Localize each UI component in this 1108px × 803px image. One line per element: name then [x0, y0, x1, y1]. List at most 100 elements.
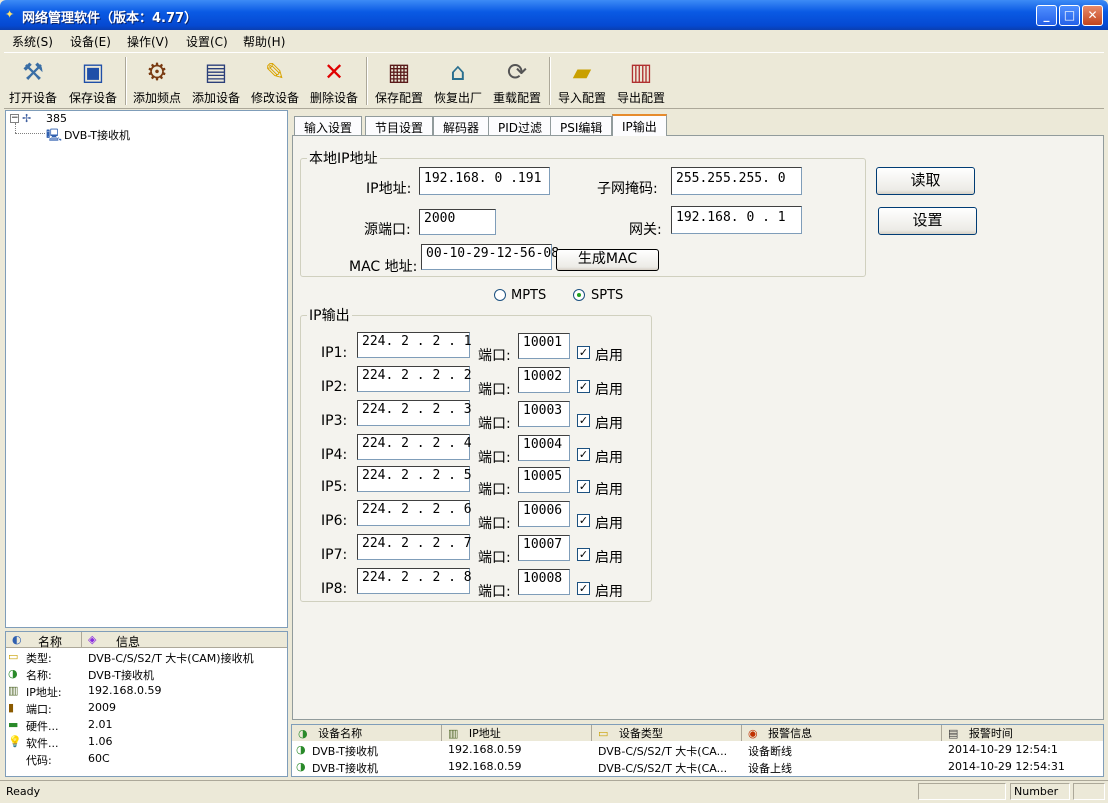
- ip4-enable-checkbox[interactable]: ✓: [577, 448, 590, 461]
- tree-root-item[interactable]: 385: [46, 112, 67, 125]
- ip6-address-input[interactable]: 224. 2 . 2 . 6: [357, 500, 472, 526]
- ip4-address-input[interactable]: 224. 2 . 2 . 4: [357, 434, 472, 460]
- device-tree[interactable]: − ✢ 385 🖳 DVB-T接收机: [5, 110, 288, 628]
- ip8-label: IP8:: [321, 581, 348, 597]
- mac-address-input[interactable]: 00-10-29-12-56-08: [421, 244, 559, 270]
- port-label: 端口:: [478, 550, 511, 566]
- menu-operation[interactable]: 操作(V): [127, 33, 169, 50]
- source-port-input[interactable]: 2000: [419, 209, 496, 235]
- menu-system[interactable]: 系统(S): [12, 33, 53, 50]
- enable-label[interactable]: 启用: [595, 479, 623, 499]
- save-config-icon: ▦: [387, 58, 411, 86]
- open-device-button[interactable]: ⚒ 打开设备: [4, 55, 62, 107]
- ip8-enable-checkbox[interactable]: ✓: [577, 582, 590, 595]
- enable-label[interactable]: 启用: [595, 581, 623, 601]
- ip8-address-input[interactable]: 224. 2 . 2 . 8: [357, 568, 472, 594]
- export-config-button[interactable]: ▥ 导出配置: [612, 55, 670, 107]
- add-device-icon: ▤: [204, 58, 228, 86]
- factory-reset-button[interactable]: ⌂ 恢复出厂: [429, 55, 487, 107]
- ip7-address-input[interactable]: 224. 2 . 2 . 7: [357, 534, 472, 560]
- ip5-address-input[interactable]: 224. 2 . 2 . 5: [357, 466, 472, 492]
- menu-help[interactable]: 帮助(H): [243, 33, 285, 50]
- save-config-button[interactable]: ▦ 保存配置: [370, 55, 428, 107]
- alarm-col-device-type[interactable]: ▭ 设备类型: [592, 725, 742, 741]
- ip6-port-input[interactable]: 10006: [518, 501, 570, 527]
- alarm-col-ip[interactable]: ▥ IP地址: [442, 725, 592, 741]
- info-col-name[interactable]: 名称: [38, 633, 62, 650]
- toolbar: ⚒ 打开设备 ▣ 保存设备 ⚙ 添加频点 ▤ 添加设备 ✎ 修改设备 ✕ 删除设备 ▦ 保存配…: [4, 52, 1104, 109]
- ip1-address-input[interactable]: 224. 2 . 2 . 1: [357, 332, 472, 358]
- alarm-row[interactable]: ◑ DVB-T接收机 192.168.0.59 DVB-C/S/S2/T 大卡(…: [292, 760, 1103, 777]
- ip3-address-input[interactable]: 224. 2 . 2 . 3: [357, 400, 472, 426]
- ip7-enable-checkbox[interactable]: ✓: [577, 548, 590, 561]
- info-col-info[interactable]: 信息: [116, 633, 140, 650]
- ip4-port-input[interactable]: 10004: [518, 435, 570, 461]
- ip1-enable-checkbox[interactable]: ✓: [577, 346, 590, 359]
- tab-program-settings[interactable]: 节目设置: [365, 116, 434, 135]
- enable-label[interactable]: 启用: [595, 413, 623, 433]
- port-label: 端口:: [478, 516, 511, 532]
- tab-ip-output[interactable]: IP输出: [612, 114, 667, 136]
- import-config-button[interactable]: ▰ 导入配置: [553, 55, 611, 107]
- alarm-row[interactable]: ◑ DVB-T接收机 192.168.0.59 DVB-C/S/S2/T 大卡(…: [292, 743, 1103, 760]
- gateway-input[interactable]: 192.168. 0 . 1: [671, 206, 802, 234]
- tab-psi-edit[interactable]: PSI编辑: [550, 116, 613, 135]
- alarm-col-alarm-time[interactable]: ▤ 报警时间: [942, 725, 1103, 741]
- enable-label[interactable]: 启用: [595, 379, 623, 399]
- minimize-button[interactable]: _: [1036, 5, 1057, 26]
- add-device-button[interactable]: ▤ 添加设备: [187, 55, 245, 107]
- mpts-radio[interactable]: [494, 289, 506, 301]
- tab-pid-filter[interactable]: PID过滤: [488, 116, 553, 135]
- ip5-port-input[interactable]: 10005: [518, 467, 570, 493]
- enable-label[interactable]: 启用: [595, 345, 623, 365]
- software-icon: 💡: [8, 735, 22, 748]
- alarm-col-alarm-info[interactable]: ◉ 报警信息: [742, 725, 942, 741]
- read-button[interactable]: 读取: [876, 167, 975, 195]
- ip2-enable-checkbox[interactable]: ✓: [577, 380, 590, 393]
- subnet-mask-input[interactable]: 255.255.255. 0: [671, 167, 802, 195]
- tree-device-item[interactable]: DVB-T接收机: [64, 127, 130, 143]
- ip-address-input[interactable]: 192.168. 0 .191: [419, 167, 550, 195]
- enable-label[interactable]: 启用: [595, 547, 623, 567]
- spts-radio[interactable]: [573, 289, 585, 301]
- menu-device[interactable]: 设备(E): [70, 33, 111, 50]
- close-button[interactable]: ✕: [1082, 5, 1103, 26]
- ip5-enable-checkbox[interactable]: ✓: [577, 480, 590, 493]
- tab-input-settings[interactable]: 输入设置: [294, 116, 363, 135]
- receiver-icon: 🖳: [46, 128, 63, 142]
- enable-label[interactable]: 启用: [595, 513, 623, 533]
- ip5-label: IP5:: [321, 479, 348, 495]
- alarm-list[interactable]: ◑ 设备名称 ▥ IP地址 ▭ 设备类型 ◉ 报警信息 ▤ 报警时间 ◑ DVB…: [291, 724, 1104, 777]
- import-config-icon: ▰: [572, 58, 592, 86]
- menu-settings[interactable]: 设置(C): [186, 33, 228, 50]
- ip6-enable-checkbox[interactable]: ✓: [577, 514, 590, 527]
- save-device-button[interactable]: ▣ 保存设备: [64, 55, 122, 107]
- tree-collapse-toggle[interactable]: −: [10, 114, 19, 123]
- device-type-icon: ▭: [598, 727, 609, 740]
- ip1-port-input[interactable]: 10001: [518, 333, 570, 359]
- add-frequency-button[interactable]: ⚙ 添加频点: [128, 55, 186, 107]
- maximize-button[interactable]: □: [1059, 5, 1080, 26]
- info-header: ◐ 名称 ◈ 信息: [6, 632, 287, 650]
- tab-decoder[interactable]: 解码器: [433, 116, 490, 135]
- status-bar: Ready Number: [0, 780, 1108, 803]
- ip3-label: IP3:: [321, 413, 348, 429]
- set-button[interactable]: 设置: [878, 207, 977, 235]
- ip2-address-input[interactable]: 224. 2 . 2 . 2: [357, 366, 472, 392]
- factory-reset-icon: ⌂: [450, 58, 466, 86]
- generate-mac-button[interactable]: 生成MAC: [556, 249, 659, 271]
- reload-config-button[interactable]: ⟳ 重载配置: [488, 55, 546, 107]
- alarm-col-device-name[interactable]: ◑ 设备名称: [292, 725, 442, 741]
- delete-device-button[interactable]: ✕ 删除设备: [305, 55, 363, 107]
- mpts-label[interactable]: MPTS: [511, 288, 546, 303]
- spts-label[interactable]: SPTS: [591, 288, 623, 303]
- ip8-port-input[interactable]: 10008: [518, 569, 570, 595]
- edit-device-button[interactable]: ✎ 修改设备: [246, 55, 304, 107]
- ip7-port-input[interactable]: 10007: [518, 535, 570, 561]
- title-bar[interactable]: ✦ 网络管理软件（版本：4.77） _ □ ✕: [0, 0, 1108, 30]
- app-icon: ✦: [5, 8, 15, 21]
- enable-label[interactable]: 启用: [595, 447, 623, 467]
- ip3-port-input[interactable]: 10003: [518, 401, 570, 427]
- ip3-enable-checkbox[interactable]: ✓: [577, 414, 590, 427]
- ip2-port-input[interactable]: 10002: [518, 367, 570, 393]
